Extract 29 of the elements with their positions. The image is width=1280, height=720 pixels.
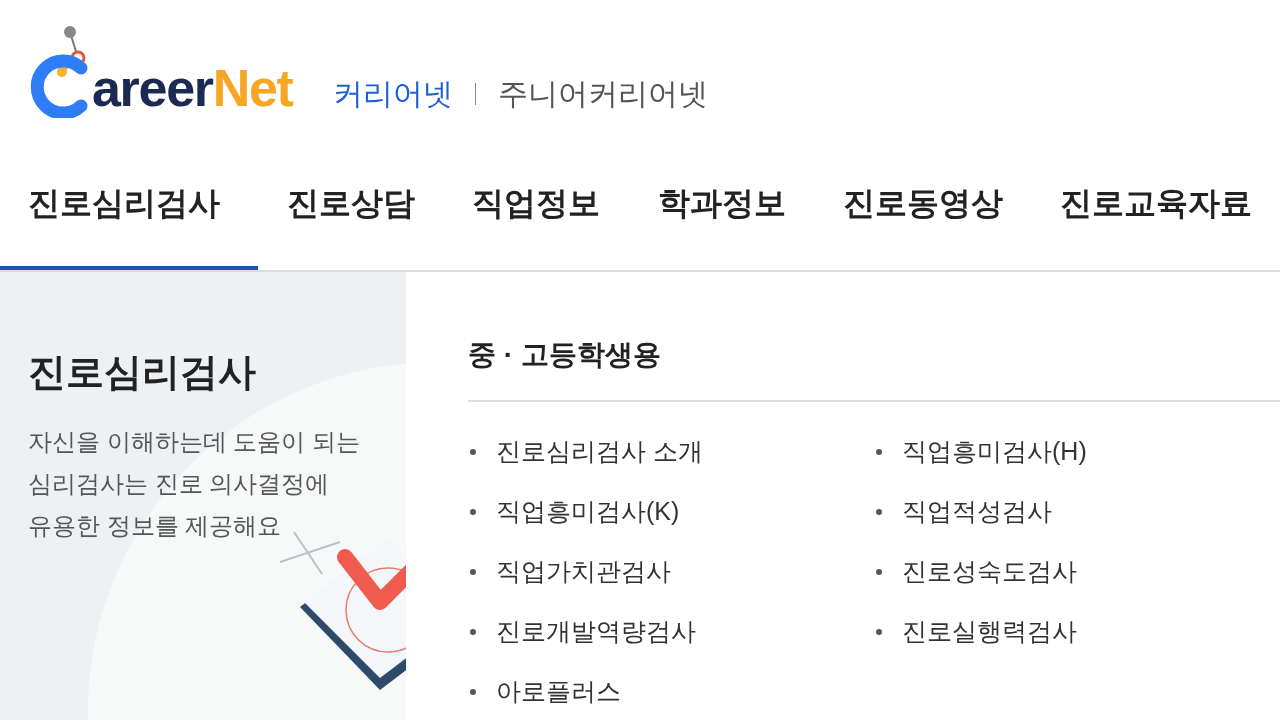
bullet-icon — [470, 629, 476, 635]
menu-link[interactable]: 직업흥미검사(H) — [902, 433, 1087, 471]
logo-wordmark[interactable]: areerNet — [92, 62, 293, 118]
bullet-icon — [876, 569, 882, 575]
bullet-icon — [876, 449, 882, 455]
site-link[interactable]: 주니어커리어넷 — [497, 71, 708, 116]
nav-tab[interactable]: 진로동영상 — [814, 140, 1031, 270]
menu-link[interactable]: 진로개발역량검사 — [496, 613, 696, 651]
bullet-icon — [470, 689, 476, 695]
menu-link[interactable]: 진로실행력검사 — [902, 613, 1077, 651]
bullet-icon — [470, 449, 476, 455]
nav-tab[interactable]: 진로교육자료 — [1031, 140, 1280, 270]
menu-link[interactable]: 아로플러스 — [496, 673, 621, 711]
nav-tab[interactable]: 직업정보 — [444, 140, 629, 270]
intro-description: 자신을 이해하는데 도움이 되는 심리검사는 진로 의사결정에 유용한 정보를 제공해요 — [28, 427, 360, 541]
bullet-icon — [876, 629, 882, 635]
menu-link[interactable]: 직업흥미검사(K) — [496, 493, 680, 531]
menu-link[interactable]: 직업적성검사 — [902, 493, 1052, 531]
menu-link[interactable]: 진로성숙도검사 — [902, 553, 1077, 591]
bullet-icon — [470, 569, 476, 575]
site-link[interactable]: 커리어넷 — [332, 71, 453, 116]
bullet-icon — [470, 509, 476, 515]
bullet-icon — [876, 509, 882, 515]
menu-heading: 중 · 고등학생용 — [468, 338, 661, 372]
nav-tab[interactable]: 진로상담 — [259, 140, 444, 270]
nav-tab[interactable]: 학과정보 — [629, 140, 814, 270]
menu-link[interactable]: 직업가치관검사 — [496, 553, 671, 591]
intro-title: 진로심리검사 — [28, 350, 256, 395]
menu-link[interactable]: 진로심리검사 소개 — [496, 433, 703, 471]
